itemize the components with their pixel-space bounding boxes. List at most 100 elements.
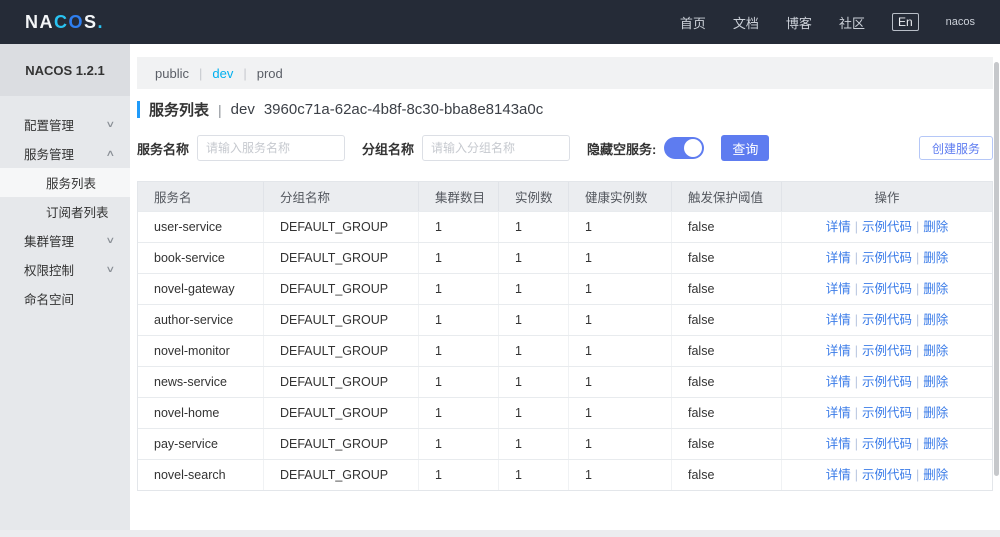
cell-instance-count: 1 <box>498 336 568 366</box>
header-cluster-count: 集群数目 <box>418 182 498 211</box>
namespace-tab-prod[interactable]: prod <box>257 66 283 81</box>
query-button[interactable]: 查询 <box>721 135 770 161</box>
nacos-logo[interactable]: NACOS. <box>25 12 104 33</box>
delete-link[interactable]: 删除 <box>923 406 948 420</box>
nav-item-home[interactable]: 首页 <box>680 13 706 32</box>
nav-item-blog[interactable]: 博客 <box>786 13 812 32</box>
sample-code-link[interactable]: 示例代码 <box>862 282 912 296</box>
group-name-input[interactable] <box>422 135 571 161</box>
delete-link[interactable]: 删除 <box>923 375 948 389</box>
cell-group-name: DEFAULT_GROUP <box>263 367 418 397</box>
sidebar-item-permission-control[interactable]: 权限控制 ∨ <box>0 255 130 284</box>
namespace-separator: | <box>198 65 203 81</box>
cell-instance-count: 1 <box>498 429 568 459</box>
cell-healthy-instance-count: 1 <box>568 367 671 397</box>
sidebar-item-subscriber-list[interactable]: 订阅者列表 <box>0 197 130 226</box>
action-separator: | <box>854 468 858 482</box>
action-separator: | <box>854 313 858 327</box>
cell-healthy-instance-count: 1 <box>568 429 671 459</box>
cell-service-name: news-service <box>154 375 227 389</box>
detail-link[interactable]: 详情 <box>826 437 851 451</box>
namespace-tab-dev[interactable]: dev <box>212 66 233 81</box>
detail-link[interactable]: 详情 <box>826 313 851 327</box>
sidebar-item-namespace[interactable]: 命名空间 <box>0 284 130 313</box>
sample-code-link[interactable]: 示例代码 <box>862 344 912 358</box>
cell-protect-threshold: false <box>671 336 781 366</box>
action-separator: | <box>916 375 920 389</box>
nav-menu: 首页 文档 博客 社区 En nacos <box>680 13 975 32</box>
sample-code-link[interactable]: 示例代码 <box>862 251 912 265</box>
service-name-label: 服务名称 <box>137 141 190 157</box>
sidebar-menu: 配置管理 ∨ 服务管理 ∧ 服务列表 订阅者列表 集群管理 ∨ 权限控制 ∨ 命… <box>0 96 130 313</box>
detail-link[interactable]: 详情 <box>826 406 851 420</box>
detail-link[interactable]: 详情 <box>826 251 851 265</box>
delete-link[interactable]: 删除 <box>923 313 948 327</box>
cell-operations: 详情 | 示例代码 | 删除 <box>781 274 992 304</box>
chevron-down-icon: ∨ <box>105 235 116 245</box>
action-separator: | <box>854 375 858 389</box>
table-row: novel-search DEFAULT_GROUP 1 1 1 false 详… <box>138 459 992 490</box>
hide-empty-service-label: 隐藏空服务: <box>587 141 657 157</box>
cell-protect-threshold: false <box>671 460 781 490</box>
page-title-row: 服务列表 | dev 3960c71a-62ac-4b8f-8c30-bba8e… <box>137 99 993 120</box>
cell-protect-threshold: false <box>671 398 781 428</box>
current-namespace-name: dev <box>230 101 255 118</box>
vertical-scrollbar[interactable] <box>994 62 999 476</box>
sample-code-link[interactable]: 示例代码 <box>862 375 912 389</box>
detail-link[interactable]: 详情 <box>826 468 851 482</box>
detail-link[interactable]: 详情 <box>826 282 851 296</box>
language-switch-button[interactable]: En <box>891 13 919 31</box>
cell-service-name: novel-search <box>154 468 226 482</box>
cell-service-name: novel-monitor <box>154 344 230 358</box>
sample-code-link[interactable]: 示例代码 <box>862 437 912 451</box>
cell-healthy-instance-count: 1 <box>568 460 671 490</box>
sample-code-link[interactable]: 示例代码 <box>862 468 912 482</box>
sidebar-item-service-management[interactable]: 服务管理 ∧ <box>0 139 130 168</box>
namespace-tabs: public | dev | prod <box>137 57 993 89</box>
cell-instance-count: 1 <box>498 305 568 335</box>
table-row: novel-gateway DEFAULT_GROUP 1 1 1 false … <box>138 273 992 304</box>
table-row: user-service DEFAULT_GROUP 1 1 1 false 详… <box>138 211 992 242</box>
page-body: NACOS 1.2.1 配置管理 ∨ 服务管理 ∧ 服务列表 订阅者列表 集群管… <box>0 44 1000 537</box>
sidebar-item-cluster-management[interactable]: 集群管理 ∨ <box>0 226 130 255</box>
delete-link[interactable]: 删除 <box>923 344 948 358</box>
cell-cluster-count: 1 <box>418 243 498 273</box>
sample-code-link[interactable]: 示例代码 <box>862 406 912 420</box>
nav-item-docs[interactable]: 文档 <box>733 13 759 32</box>
cell-cluster-count: 1 <box>418 336 498 366</box>
cell-operations: 详情 | 示例代码 | 删除 <box>781 460 992 490</box>
sidebar-item-config-management[interactable]: 配置管理 ∨ <box>0 110 130 139</box>
delete-link[interactable]: 删除 <box>923 282 948 296</box>
cell-operations: 详情 | 示例代码 | 删除 <box>781 243 992 273</box>
cell-service-name: novel-home <box>154 406 220 420</box>
header-healthy-instance-count: 健康实例数 <box>568 182 671 211</box>
table-row: book-service DEFAULT_GROUP 1 1 1 false 详… <box>138 242 992 273</box>
service-name-input[interactable] <box>197 135 346 161</box>
delete-link[interactable]: 删除 <box>923 468 948 482</box>
cell-healthy-instance-count: 1 <box>568 305 671 335</box>
action-separator: | <box>854 344 858 358</box>
hide-empty-service-toggle[interactable] <box>664 137 705 159</box>
sidebar: NACOS 1.2.1 配置管理 ∨ 服务管理 ∧ 服务列表 订阅者列表 集群管… <box>0 44 130 537</box>
nav-item-community[interactable]: 社区 <box>839 13 865 32</box>
detail-link[interactable]: 详情 <box>826 375 851 389</box>
create-service-button[interactable]: 创建服务 <box>918 136 993 160</box>
cell-group-name: DEFAULT_GROUP <box>263 398 418 428</box>
header-instance-count: 实例数 <box>498 182 568 211</box>
detail-link[interactable]: 详情 <box>826 344 851 358</box>
chevron-down-icon: ∨ <box>105 119 116 129</box>
current-user[interactable]: nacos <box>946 16 975 28</box>
detail-link[interactable]: 详情 <box>826 220 851 234</box>
sample-code-link[interactable]: 示例代码 <box>862 313 912 327</box>
action-separator: | <box>916 437 920 451</box>
cell-instance-count: 1 <box>498 243 568 273</box>
action-separator: | <box>916 313 920 327</box>
cell-protect-threshold: false <box>671 274 781 304</box>
cell-operations: 详情 | 示例代码 | 删除 <box>781 367 992 397</box>
sidebar-item-service-list[interactable]: 服务列表 <box>0 168 130 197</box>
delete-link[interactable]: 删除 <box>923 251 948 265</box>
delete-link[interactable]: 删除 <box>923 220 948 234</box>
namespace-tab-public[interactable]: public <box>155 66 189 81</box>
delete-link[interactable]: 删除 <box>923 437 948 451</box>
sample-code-link[interactable]: 示例代码 <box>862 220 912 234</box>
